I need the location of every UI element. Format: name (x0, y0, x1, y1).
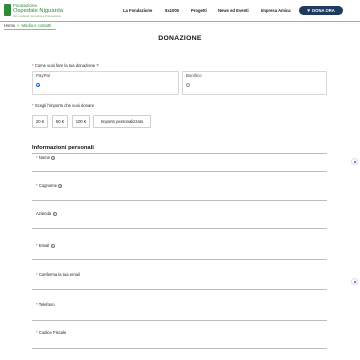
breadcrumb-separator: » (17, 23, 20, 28)
azienda-input[interactable] (32, 228, 327, 229)
required-marker: * (36, 183, 38, 188)
nav-item-5x1000[interactable]: 5x1000 (165, 8, 179, 14)
codice-fiscale-input[interactable] (32, 348, 327, 349)
radio-unselected-icon[interactable] (186, 83, 190, 87)
field-label-email: * Email i (36, 243, 55, 248)
site-logo[interactable]: Fondazione Ospedale Niguarda Per i pazie… (4, 3, 76, 20)
payment-option-label: Bonifico (186, 73, 202, 78)
cognome-input[interactable] (32, 200, 327, 201)
payment-option-label: PayPal (36, 73, 50, 78)
required-marker: * (36, 330, 38, 335)
field-label-azienda: Azienda i (36, 211, 57, 216)
header-divider (0, 21, 360, 22)
site-header: Fondazione Ospedale Niguarda Per i pazie… (0, 0, 360, 22)
heart-icon: ♥ (307, 8, 311, 14)
radio-selected-icon[interactable] (36, 83, 40, 87)
info-icon[interactable]: i (51, 155, 56, 160)
section-divider (32, 153, 327, 154)
field-label-text: Nome (38, 155, 50, 160)
required-marker: * (32, 103, 34, 108)
required-marker: * (36, 155, 38, 160)
amount-question-text: Scegli l'importo che vuoi donare (34, 103, 95, 108)
nome-input[interactable] (32, 171, 327, 172)
email-input[interactable] (32, 259, 327, 260)
required-marker: * (36, 243, 38, 248)
info-icon[interactable]: i (58, 183, 63, 188)
payment-method-question: * Come vuoi fare la tua donazione ? (32, 63, 99, 68)
personal-info-title: Informazioni personali (32, 145, 94, 151)
field-label-text: Cognome (38, 183, 57, 188)
field-label-telefono: * Telefono (36, 302, 55, 307)
nav-item-impresa-amica[interactable]: Impresa Amica (261, 8, 291, 14)
nav-item-la-fondazione[interactable]: La Fondazione (123, 8, 152, 14)
donate-now-button[interactable]: ♥ DONA ORA (299, 6, 343, 15)
page-title: DONAZIONE (158, 35, 202, 42)
field-label-text: Conferma la tua email (38, 272, 80, 277)
field-label-text: Azienda (36, 211, 52, 216)
logo-mark-icon (4, 4, 11, 16)
field-label-cognome: * Cognome i (36, 183, 63, 188)
amount-button-100[interactable]: 100 € (72, 115, 90, 128)
amount-button-20[interactable]: 20 € (32, 115, 48, 128)
field-label-nome: * Nome i (36, 155, 56, 160)
nav-item-news-eventi[interactable]: News ed Eventi (218, 8, 249, 14)
breadcrumb-current[interactable]: Media e contatti (22, 23, 52, 28)
payment-method-question-text: Come vuoi fare la tua donazione ? (34, 63, 99, 68)
required-marker: * (32, 63, 34, 68)
donate-now-label: DONA ORA (312, 8, 335, 13)
required-marker: * (36, 272, 38, 277)
amount-question: * Scegli l'importo che vuoi donare (32, 103, 94, 108)
chat-widget-icon[interactable] (351, 158, 358, 165)
info-icon[interactable]: i (50, 243, 55, 248)
payment-option-bonifico[interactable]: Bonifico (182, 71, 327, 95)
breadcrumb-underline (4, 29, 56, 30)
breadcrumb-home[interactable]: Home (4, 23, 15, 28)
confirm-email-input[interactable] (32, 289, 327, 290)
field-label-conferma-email: * Conferma la tua email (36, 272, 80, 277)
field-label-text: Telefono (38, 302, 55, 307)
telefono-input[interactable] (32, 320, 327, 321)
amount-button-50[interactable]: 50 € (52, 115, 68, 128)
field-label-codice-fiscale: * Codice Fiscale (36, 330, 66, 335)
field-label-text: Email (38, 243, 50, 248)
info-icon[interactable]: i (52, 211, 57, 216)
logo-tagline: Per i pazienti, la ricerca e l'innovazio… (13, 14, 62, 18)
payment-option-paypal[interactable]: PayPal (32, 71, 179, 95)
field-label-text: Codice Fiscale (38, 330, 67, 335)
amount-button-custom[interactable]: Importo personalizzato (93, 115, 151, 128)
nav-item-progetti[interactable]: Progetti (191, 8, 207, 14)
required-marker: * (36, 302, 38, 307)
chat-widget-icon[interactable] (351, 278, 358, 285)
